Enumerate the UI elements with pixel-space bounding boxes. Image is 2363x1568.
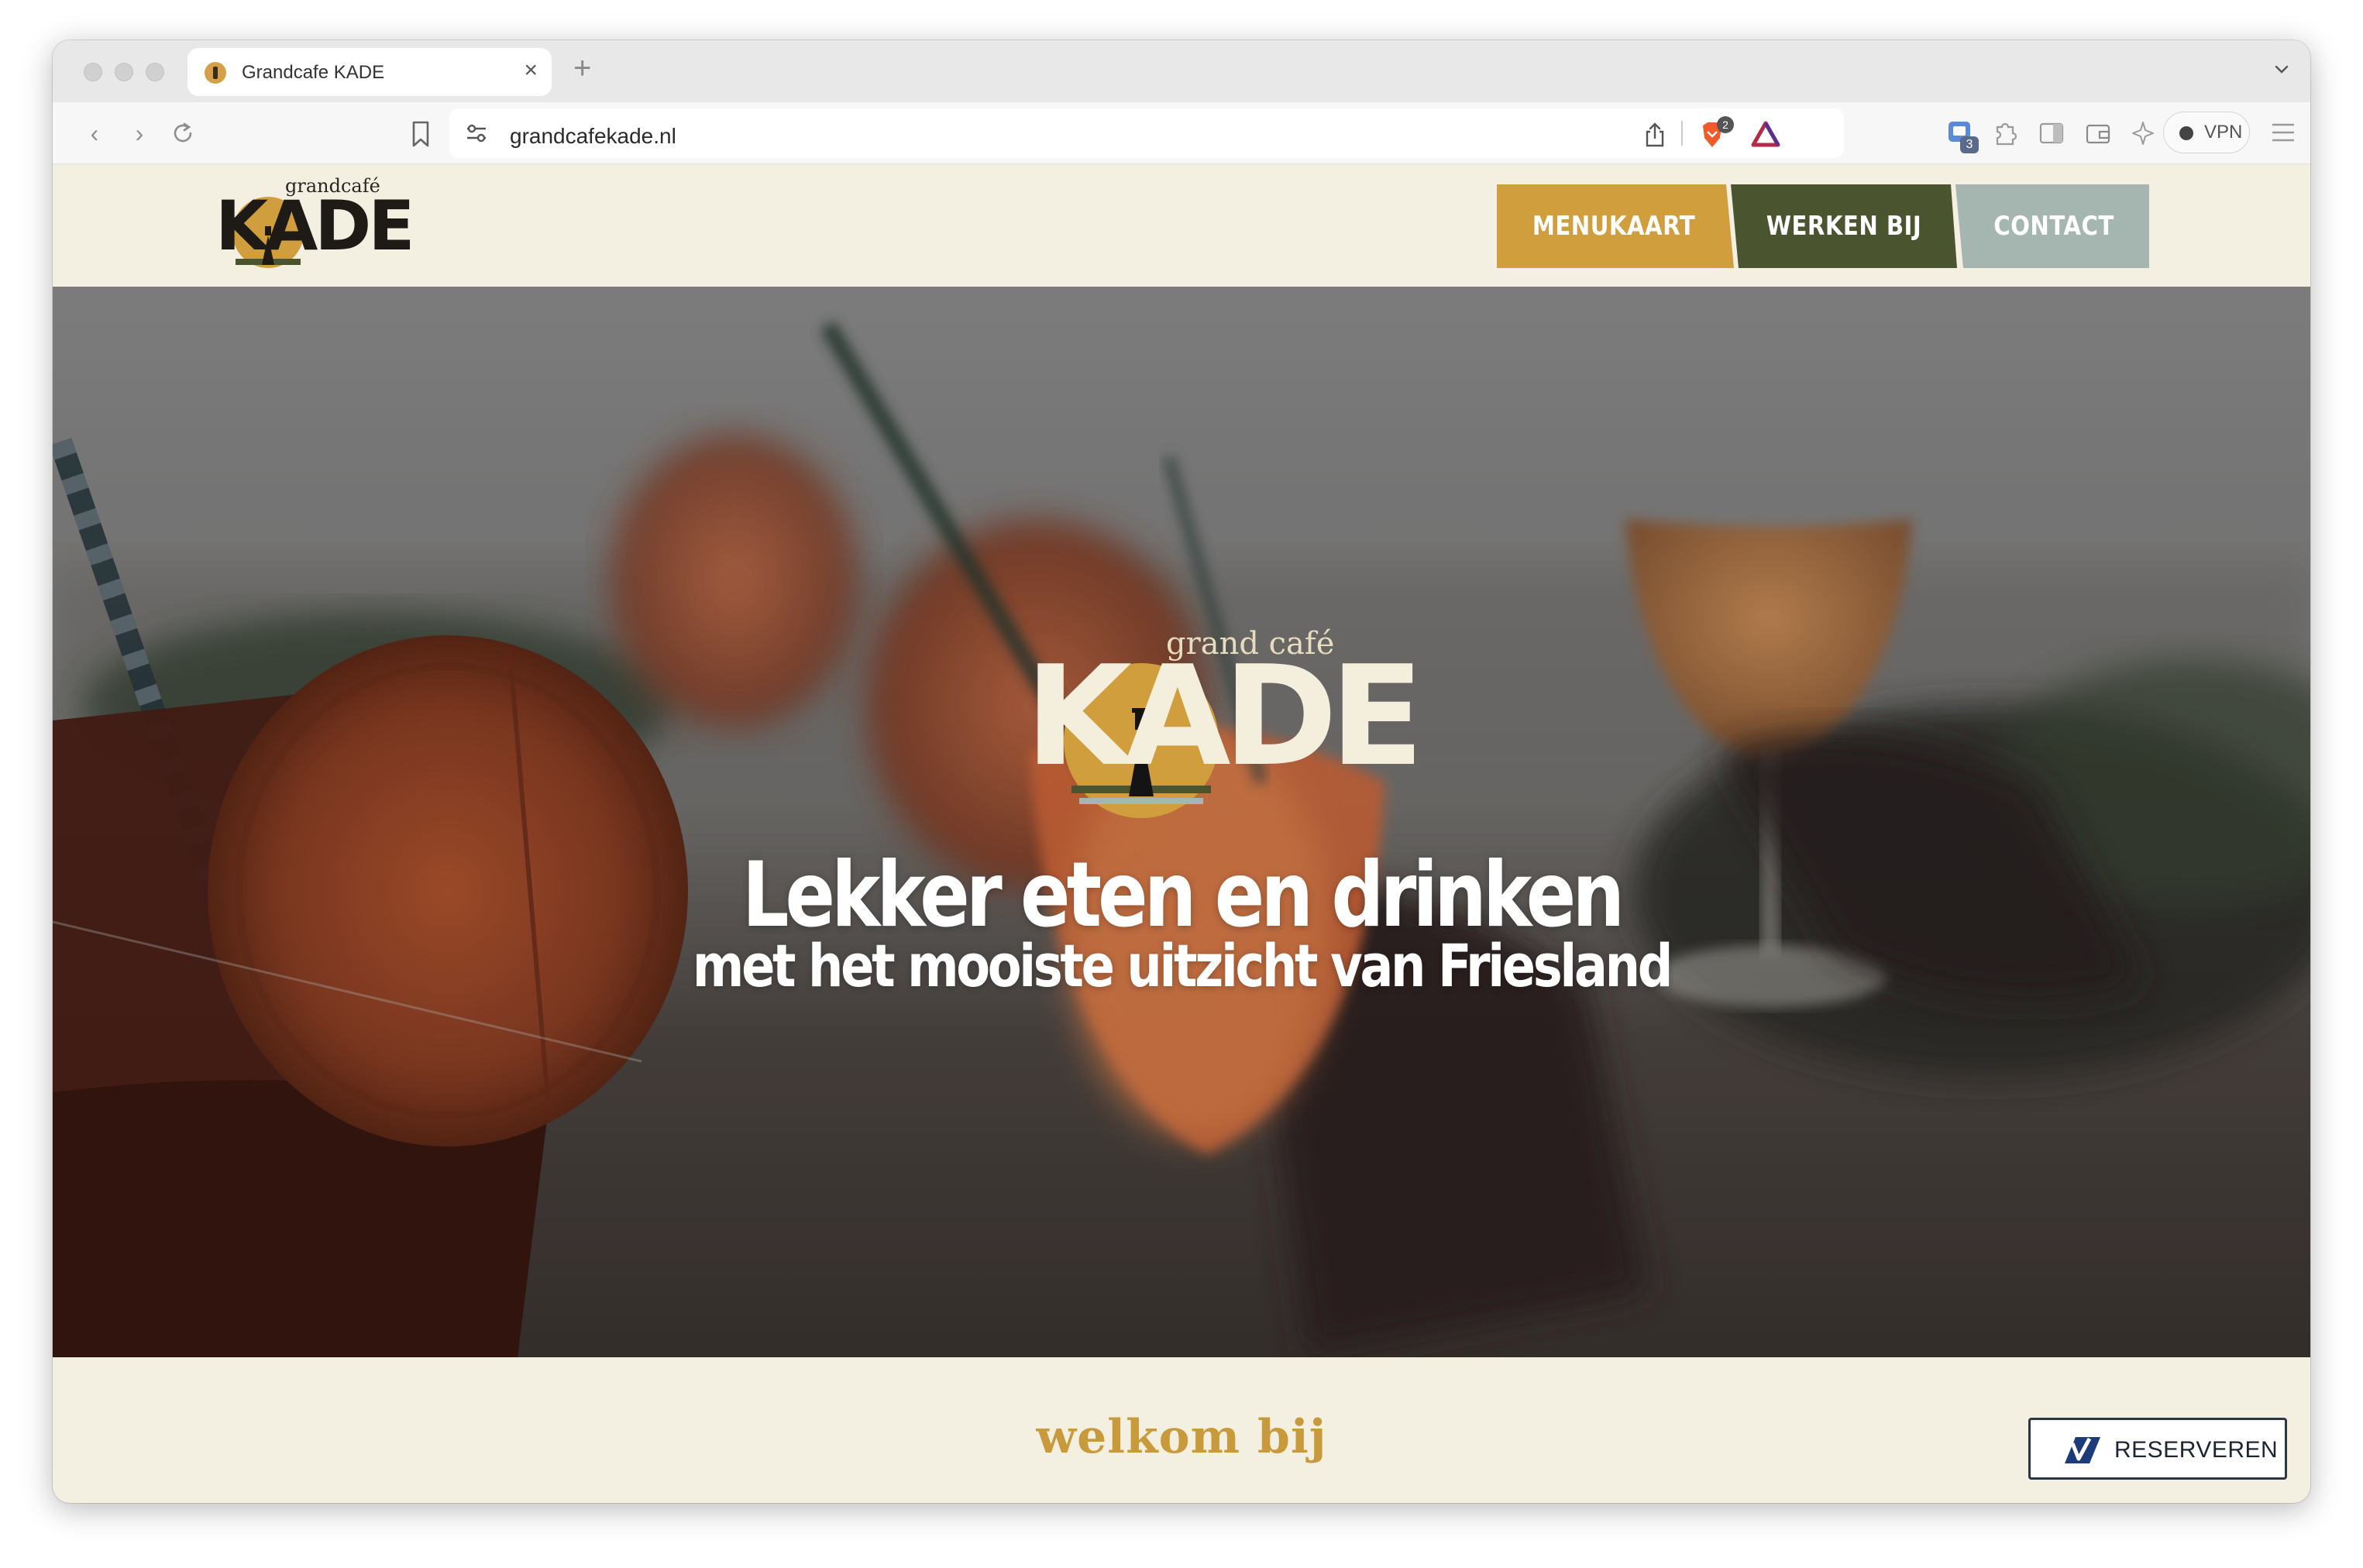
shield-count-badge: 2 [1717,116,1734,133]
site-header: grandcafé KADE MENUKAART WERKEN BIJ CONT… [53,164,2310,287]
vpn-button[interactable]: VPN [2163,112,2250,153]
nav-werken-bij[interactable]: WERKEN BIJ [1749,184,1938,268]
reserve-button-label: RESERVEREN [2114,1437,2279,1463]
share-icon[interactable] [1642,121,1667,149]
reserve-button[interactable]: RESERVEREN [2028,1418,2287,1480]
reservation-logo-icon [2065,1437,2100,1463]
reload-icon[interactable] [167,118,198,149]
new-tab-icon[interactable]: + [573,51,591,86]
address-bar[interactable]: grandcafekade.nl 2 [449,108,1844,158]
sidebar-icon[interactable] [2038,119,2065,147]
close-window-button[interactable] [84,63,102,81]
site-favicon-icon [205,62,226,84]
hero-logo: grand café KADE [1025,626,1424,820]
browser-window: Grandcafe KADE × + ‹ › grandcafekade.nl [53,40,2310,1503]
brave-rewards-icon[interactable] [1751,121,1780,147]
nav-menukaart[interactable]: MENUKAART [1513,184,1715,268]
leo-ai-icon[interactable] [2129,119,2157,147]
url-text: grandcafekade.nl [510,124,676,148]
browser-toolbar: ‹ › grandcafekade.nl 2 3 VPN [53,102,2310,164]
tab-strip: Grandcafe KADE × + [53,40,2310,102]
vpn-status-icon [2179,126,2193,140]
chevron-down-icon[interactable] [2273,60,2290,77]
active-tab[interactable]: Grandcafe KADE × [187,48,552,96]
hero-section: grand café KADE Lekker eten en drinken m… [53,287,2310,1357]
brave-shields-button[interactable]: 2 [1697,116,1734,152]
extension-badge: 3 [1960,136,1979,153]
hero-subheadline: met het mooiste uitzicht van Friesland [692,931,1673,1000]
welcome-heading: welkom bij [1036,1410,1327,1464]
logo-small-main-text: KADE [215,186,414,266]
back-icon[interactable]: ‹ [81,119,108,147]
toolbar-divider [1681,121,1683,146]
vpn-label: VPN [2204,122,2243,143]
forward-icon[interactable]: › [126,119,153,147]
nav-contact[interactable]: CONTACT [1972,184,2136,268]
site-logo[interactable]: grandcafé KADE [214,175,414,276]
main-nav: MENUKAART WERKEN BIJ CONTACT [1497,184,2149,268]
minimize-window-button[interactable] [115,63,133,81]
tab-title: Grandcafe KADE [242,62,385,83]
wallet-icon[interactable] [2084,119,2112,147]
menu-icon[interactable] [2270,121,2296,144]
maximize-window-button[interactable] [146,63,164,81]
hero-background-photo [53,287,2310,1357]
puzzle-icon[interactable] [1991,119,2019,147]
close-tab-icon[interactable]: × [524,57,538,84]
extension-button[interactable]: 3 [1943,118,1980,155]
hero-logo-main-text: KADE [1025,636,1424,796]
bookmark-icon[interactable] [408,119,434,149]
site-settings-icon[interactable] [465,122,488,144]
